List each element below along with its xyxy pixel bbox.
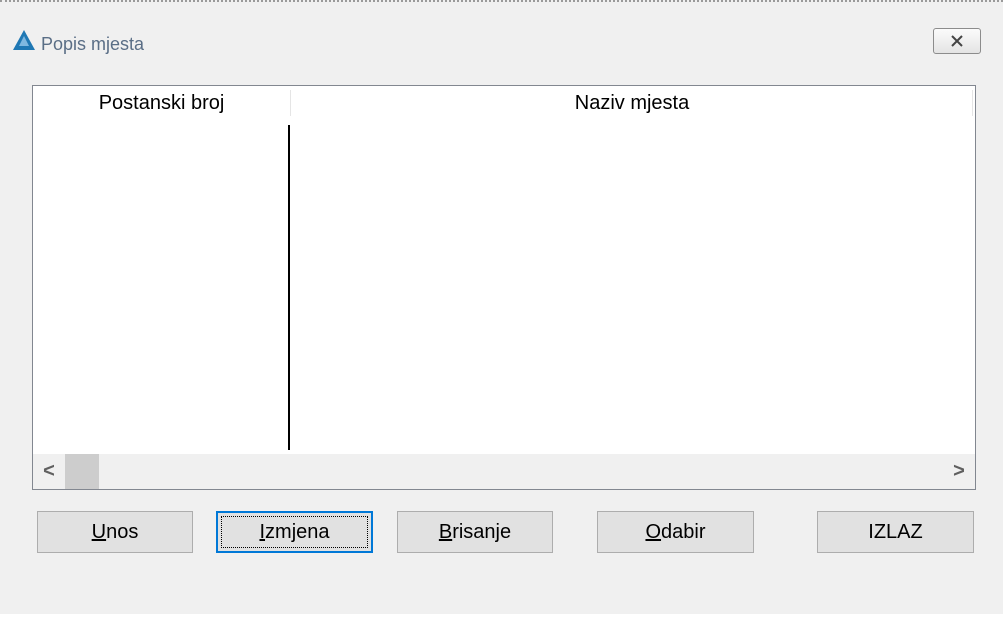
column-divider[interactable]	[288, 125, 290, 450]
title-bar: Popis mjesta	[0, 20, 1003, 60]
odabir-button[interactable]: Odabir	[597, 511, 754, 553]
focus-rectangle	[221, 516, 368, 548]
column-header-postal-code[interactable]: Postanski broj	[33, 87, 290, 119]
scroll-right-icon[interactable]: >	[943, 454, 975, 489]
window-title: Popis mjesta	[41, 34, 145, 54]
brisanje-button[interactable]: Brisanje	[397, 511, 553, 553]
close-button[interactable]	[933, 28, 981, 54]
header-separator	[972, 90, 973, 116]
places-list[interactable]: Postanski broj Naziv mjesta < >	[32, 85, 976, 490]
column-header-place-name[interactable]: Naziv mjesta	[291, 87, 973, 119]
unos-button[interactable]: Unos	[37, 511, 193, 553]
popis-mjesta-window: Popis mjesta Postanski broj Naziv mjesta…	[0, 0, 1003, 614]
izlaz-label: IZLAZ	[868, 521, 923, 543]
unos-label: nos	[106, 521, 139, 543]
app-logo-icon	[13, 30, 35, 50]
brisanje-accel: B	[438, 521, 453, 543]
izmjena-button[interactable]: Izmjena	[216, 511, 373, 553]
close-icon	[951, 35, 963, 47]
brisanje-label: risanje	[452, 521, 512, 543]
odabir-label: dabir	[661, 521, 706, 543]
scroll-thumb[interactable]	[65, 454, 99, 489]
horizontal-scrollbar[interactable]: < >	[33, 454, 975, 489]
scroll-left-icon[interactable]: <	[33, 454, 65, 489]
odabir-accel: O	[645, 521, 662, 543]
izlaz-button[interactable]: IZLAZ	[817, 511, 974, 553]
unos-accel: U	[91, 521, 107, 543]
